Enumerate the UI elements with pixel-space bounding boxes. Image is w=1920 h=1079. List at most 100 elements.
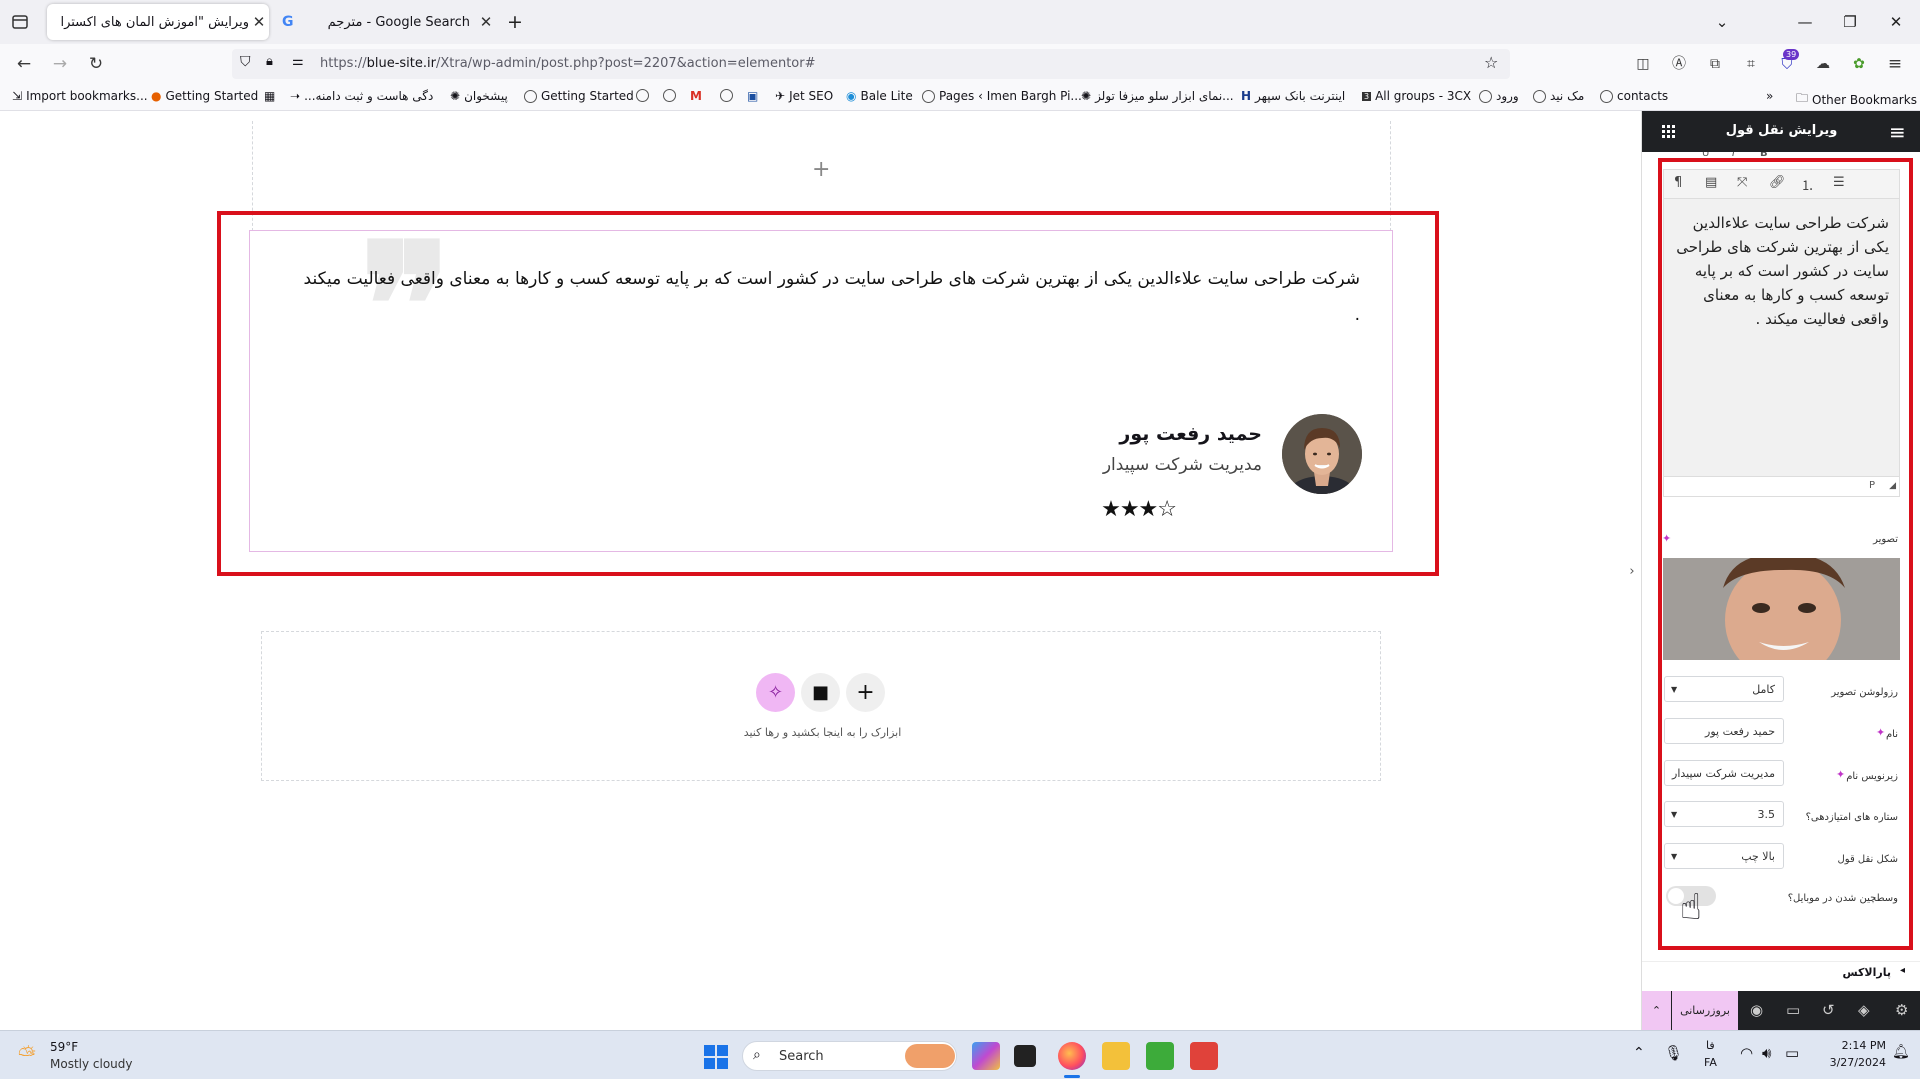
notification-icon[interactable]: 🔔︎ [1892,1044,1910,1060]
language-top[interactable]: فا [1706,1039,1715,1052]
close-window-icon[interactable]: ✕ [1884,10,1908,34]
bookmark-item[interactable]: contacts [1600,89,1668,103]
restore-icon[interactable]: ❐ [1838,10,1862,34]
bookmark-item[interactable]: ⇲ Import bookmarks... [12,89,148,103]
url-text[interactable]: https://blue-site.ir/Xtra/wp-admin/post.… [320,56,816,71]
bookmark-label: contacts [1617,89,1669,103]
add-section-button[interactable]: + [846,673,885,712]
template-folder-button[interactable]: ■ [801,673,840,712]
testimonial-widget[interactable]: ❞ شرکت طراحی سایت علاءالدین یکی از بهتری… [249,221,1393,552]
firefox-icon[interactable] [1058,1042,1086,1070]
bookmarks-overflow-icon[interactable]: » [1766,89,1773,103]
bookmark-label: پیشخوان [464,89,508,103]
bookmark-label: Getting Started [541,89,634,103]
bookmark-item[interactable] [720,89,733,102]
settings-icon[interactable]: ⚙ [1895,1001,1908,1019]
lock-icon[interactable]: 🔒︎ [266,54,273,69]
back-icon[interactable]: ← [12,52,36,76]
other-bookmarks[interactable]: 🗀 Other Bookmarks [1796,89,1917,110]
url-domain: blue-site.ir [366,56,436,71]
clock-time[interactable]: 2:14 PM [1826,1039,1886,1052]
bookmarks-bar: ⇲ Import bookmarks... ● Getting Started ▦ … [0,84,1920,111]
globe-icon [1600,89,1613,103]
tab-google[interactable]: G Google Search - مترجم ✕ [276,4,496,40]
addon-icon[interactable]: ✿ [1847,52,1871,76]
bookmark-item[interactable]: 3 All groups - 3CX [1362,89,1471,103]
start-button[interactable] [704,1045,728,1069]
close-icon[interactable]: ✕ [476,13,496,31]
gear-icon: ✺ [1081,89,1092,103]
tab-overflow-chevron-icon[interactable]: ⌄ [1710,10,1734,34]
bookmark-label: اینترنت بانک سپهر [1255,89,1346,103]
bookmark-item[interactable]: ▦ [264,89,275,103]
vpn-icon[interactable]: ☁ [1811,52,1835,76]
tray-chevron-icon[interactable]: ⌃ [1633,1045,1645,1061]
bookmark-label: ورود [1496,89,1519,103]
microphone-icon[interactable]: 🎙︎ [1664,1044,1683,1062]
bookmark-item[interactable]: Getting Started [524,89,634,103]
battery-icon[interactable]: ▭ [1785,1044,1799,1062]
gear-icon: ✺ [450,89,461,103]
bookmark-item[interactable]: ✺ پیشخوان [450,89,508,103]
bookmark-item[interactable] [636,89,649,102]
history-icon[interactable]: ↺ [1822,1001,1835,1019]
file-explorer-icon[interactable] [1102,1042,1130,1070]
bookmark-label: Import bookmarks... [26,89,148,103]
bookmark-label: دگی هاست و ثبت دامنه... [304,89,434,103]
new-tab-icon[interactable]: + [503,10,527,34]
panel-header: ویرایش نقل قول ≡ [1642,111,1920,152]
wifi-icon[interactable]: ◠ [1740,1044,1753,1062]
copilot-icon[interactable] [972,1042,1000,1070]
url-bar[interactable]: ⛉ 🔒︎ ⚌ https://blue-site.ir/Xtra/wp-admi… [232,49,1510,79]
bookmark-item[interactable]: ◉ Bale Lite [846,89,913,103]
bookmark-item[interactable]: M [690,89,702,103]
weather-icon[interactable]: ⛅︎ [18,1043,36,1068]
tracking-shield-icon[interactable]: ⛉ [240,54,251,70]
volume-icon[interactable]: 🔊︎ [1762,1044,1771,1062]
camtasia-recorder-icon[interactable] [1190,1042,1218,1070]
bookmark-item[interactable]: ➝ دگی هاست و ثبت دامنه... [290,89,433,103]
forward-icon[interactable]: → [48,52,72,76]
panel-collapse-icon[interactable]: › [1622,552,1642,592]
globe-icon [1479,89,1492,103]
bookmark-item[interactable]: H اینترنت بانک سپهر [1241,89,1345,103]
responsive-icon[interactable]: ▭ [1786,1001,1800,1019]
bookmark-item[interactable]: Pages ‹ Imen Bargh Pi... [922,89,1082,103]
rocket-icon: ✈ [775,89,786,103]
bookmark-item[interactable]: ورود [1479,89,1519,103]
taskbar-search[interactable]: ⌕ Search [742,1041,957,1071]
update-button[interactable]: بروزرسانی [1672,991,1738,1030]
pocket-icon[interactable]: ◫ [1631,52,1655,76]
hamburger-icon[interactable]: ≡ [1889,120,1906,144]
bookmark-item[interactable] [663,89,676,102]
bookmark-label: Pages ‹ Imen Bargh Pi... [939,89,1082,103]
bookmark-item[interactable]: ● Getting Started [151,89,258,103]
taskbar: ⛅︎ 59°F Mostly cloudy ⌕ Search ⌃ 🎙︎ فا F… [0,1030,1920,1079]
preview-eye-icon[interactable]: ◉ [1750,1001,1763,1019]
minimize-icon[interactable]: — [1793,10,1817,34]
bookmark-item[interactable]: ✈ Jet SEO [775,89,833,103]
save-options-button[interactable]: ⌃ [1642,991,1671,1030]
tab-list-icon[interactable] [10,12,30,32]
menu-icon[interactable]: ≡ [1883,52,1907,76]
terminal-icon[interactable] [1014,1045,1036,1067]
import-icon: ⇲ [12,89,23,103]
add-section-plus-icon[interactable]: + [812,157,830,182]
bookmark-item[interactable]: ▣ [747,89,758,103]
bookmark-star-icon[interactable]: ☆ [1484,53,1498,72]
close-icon[interactable]: ✕ [249,13,269,31]
bookmark-item[interactable]: ✺ ...نمای ابزار سلو میزفا تولز [1081,89,1234,103]
reload-icon[interactable]: ↻ [84,52,108,76]
clock-date[interactable]: 3/27/2024 [1820,1056,1886,1069]
bookmark-item[interactable]: مک نید [1533,89,1584,103]
ai-sparkle-button[interactable]: ✧ [756,673,795,712]
crop-icon[interactable]: ⌗ [1739,52,1763,76]
parallax-section[interactable]: پارالاکس ◂ [1642,961,1920,983]
extensions-icon[interactable]: ⧉ [1703,52,1727,76]
permissions-icon[interactable]: ⚌ [292,54,304,69]
camtasia-icon[interactable] [1146,1042,1174,1070]
navigator-icon[interactable]: ◈ [1858,1001,1870,1019]
account-icon[interactable]: Ⓐ [1667,52,1691,76]
language-bottom[interactable]: FA [1704,1056,1717,1069]
tab-elementor[interactable]: ویرایش "آموزش المان های اکسترا – ع ✕ [47,4,269,40]
